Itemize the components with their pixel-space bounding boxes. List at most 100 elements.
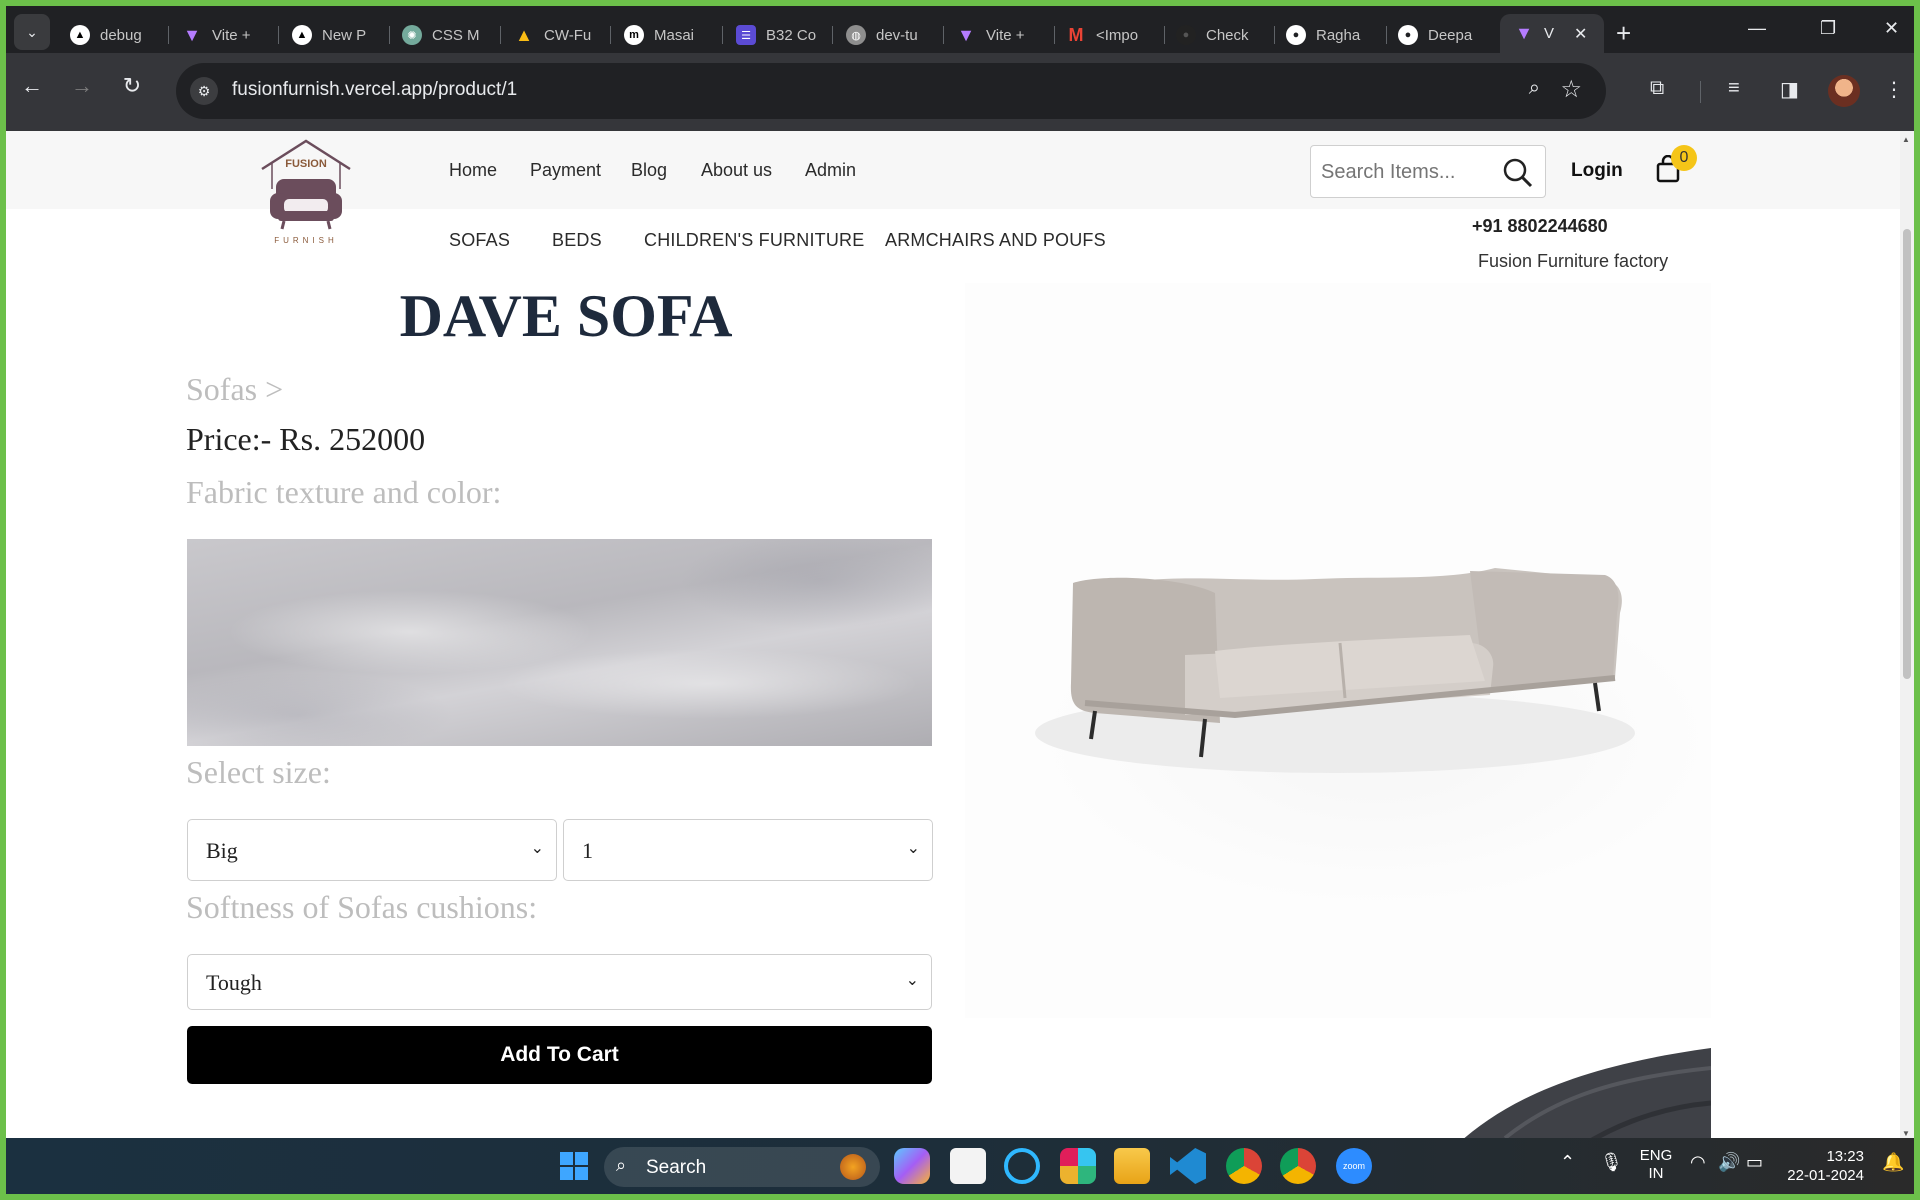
vscode-icon[interactable] (1170, 1148, 1206, 1184)
search-input[interactable] (1321, 158, 1491, 186)
chevron-up-icon[interactable]: ⌃ (1560, 1152, 1575, 1173)
taskbar-search[interactable]: ⌕ Search (604, 1147, 880, 1187)
chrome-profile-icon[interactable] (1280, 1148, 1316, 1184)
size-select-value: Big (206, 838, 238, 863)
url-text[interactable]: fusionfurnish.vercel.app/product/1 (232, 79, 517, 101)
logo-subtext: FURNISH (274, 236, 338, 245)
login-link[interactable]: Login (1571, 160, 1623, 182)
clock[interactable]: 13:23 22-01-2024 (1784, 1147, 1864, 1185)
size-label: Select size: (186, 754, 331, 790)
restore-icon[interactable]: ❐ (1820, 18, 1836, 39)
nav-about-us[interactable]: About us (701, 160, 772, 181)
phone-number: +91 8802244680 (1472, 216, 1608, 236)
tab[interactable]: ☰ B32 Co (736, 18, 820, 52)
scroll-up-icon[interactable]: ▲ (1902, 135, 1910, 144)
microphone-icon[interactable]: 🎙 (1600, 1152, 1623, 1173)
size-select[interactable]: Big ⌄ (187, 819, 557, 881)
category-childrens-furniture[interactable]: CHILDREN'S FURNITURE (644, 230, 864, 251)
softness-select[interactable]: Tough ⌄ (187, 954, 932, 1010)
notification-bell-icon[interactable]: 🔔 (1882, 1152, 1904, 1173)
tab[interactable]: ◍ dev-tu (846, 18, 930, 52)
windows-start-icon[interactable] (556, 1148, 592, 1184)
globe-icon: ◍ (846, 25, 866, 45)
category-sofas[interactable]: SOFAS (449, 230, 510, 251)
tab-label: Vite + (986, 26, 1025, 44)
quantity-select-value: 1 (582, 838, 593, 863)
zoom-icon[interactable]: ⌕ (1529, 77, 1540, 100)
tab-label: Check (1206, 26, 1249, 44)
menu-icon[interactable]: ⋮ (1884, 77, 1904, 102)
volume-icon[interactable]: 🔊 (1718, 1152, 1740, 1173)
tab[interactable]: ▼ Vite + (956, 18, 1040, 52)
tab[interactable]: m Masai (624, 18, 708, 52)
tab-strip: ⌄ ▲ debug ▼ Vite + ▲ New P ✺ CSS M ▲ CW-… (6, 6, 1914, 53)
nav-admin[interactable]: Admin (805, 160, 856, 181)
tab-label: Deepa (1428, 26, 1473, 44)
slack-icon[interactable] (1060, 1148, 1096, 1184)
scroll-down-icon[interactable]: ▼ (1902, 1129, 1910, 1138)
avatar[interactable] (1828, 75, 1860, 107)
tab[interactable]: ● Check (1176, 18, 1260, 52)
tab[interactable]: ● Ragha (1286, 18, 1376, 52)
chrome-icon[interactable] (1226, 1148, 1262, 1184)
nav-payment[interactable]: Payment (530, 160, 601, 181)
softness-select-value: Tough (206, 970, 262, 995)
tab[interactable]: ▼ Vite + (182, 18, 266, 52)
battery-icon[interactable]: ▭ (1746, 1152, 1763, 1173)
site-logo[interactable]: FUSION FURNISH (258, 137, 354, 249)
media-control-icon[interactable]: ≡ (1728, 77, 1740, 100)
sofa-alternate-image (965, 1048, 1711, 1144)
side-panel-icon[interactable]: ◨ (1780, 77, 1799, 102)
tab-label: V (1544, 25, 1555, 42)
tab[interactable]: ▲ debug (70, 18, 154, 52)
drive-icon: ▲ (515, 24, 533, 45)
address-bar[interactable]: ⚙ fusionfurnish.vercel.app/product/1 ⌕ ☆ (176, 63, 1606, 119)
store-icon[interactable] (950, 1148, 986, 1184)
scrollbar-thumb[interactable] (1903, 229, 1911, 679)
add-to-cart-button[interactable]: Add To Cart (187, 1026, 932, 1084)
tab[interactable]: M <Impo (1066, 18, 1150, 52)
gmail-icon: M (1068, 24, 1084, 45)
tab-label: Masai (654, 26, 695, 44)
windows-taskbar: ⌕ Search zoom ⌃ 🎙 ENG IN ◠ 🔊 ▭ 13:23 22-… (6, 1138, 1914, 1194)
tab[interactable]: ▲ CW-Fu (514, 18, 598, 52)
bookmark-star-icon[interactable]: ☆ (1560, 75, 1582, 104)
factory-name: Fusion Furniture factory (1478, 251, 1669, 271)
zoom-icon[interactable]: zoom (1336, 1148, 1372, 1184)
fabric-label: Fabric texture and color: (186, 474, 502, 510)
page-scrollbar[interactable]: ▲ ▼ (1900, 131, 1914, 1144)
tab-search-button[interactable]: ⌄ (14, 14, 50, 50)
clock-date: 22-01-2024 (1787, 1167, 1864, 1184)
openai-icon: ✺ (402, 25, 422, 45)
file-explorer-icon[interactable] (1114, 1148, 1150, 1184)
language-line-1: ENG (1639, 1147, 1673, 1164)
new-tab-button[interactable]: + (1616, 18, 1631, 48)
github-icon: ● (1398, 25, 1418, 45)
nav-blog[interactable]: Blog (631, 160, 667, 181)
nav-home[interactable]: Home (449, 160, 497, 181)
reload-icon[interactable]: ↻ (114, 73, 150, 99)
minimize-icon[interactable]: — (1748, 18, 1766, 39)
breadcrumb[interactable]: Sofas > (186, 371, 283, 408)
back-icon[interactable]: ← (14, 73, 50, 99)
quantity-select[interactable]: 1 ⌄ (563, 819, 933, 881)
copilot-icon[interactable] (894, 1148, 930, 1184)
category-beds[interactable]: BEDS (552, 230, 602, 251)
close-window-icon[interactable]: ✕ (1884, 18, 1899, 39)
cortana-icon[interactable] (1004, 1148, 1040, 1184)
forward-icon[interactable]: → (64, 73, 100, 99)
tab[interactable]: ▲ New P (292, 18, 376, 52)
search-icon[interactable] (1503, 158, 1533, 188)
site-info-icon[interactable]: ⚙ (190, 77, 218, 105)
softness-label: Softness of Sofas cushions: (186, 889, 538, 925)
logo-text: FUSION (285, 158, 327, 170)
wifi-icon[interactable]: ◠ (1690, 1152, 1706, 1173)
language-indicator[interactable]: ENG IN (1636, 1147, 1676, 1183)
tab-active[interactable]: ▼ V ✕ (1500, 14, 1604, 53)
extensions-icon[interactable]: ⧉ (1650, 77, 1664, 100)
chevron-down-icon: ⌄ (906, 840, 920, 857)
category-armchairs-and-poufs[interactable]: ARMCHAIRS AND POUFS (885, 230, 1106, 251)
close-icon[interactable]: ✕ (1574, 24, 1587, 44)
tab[interactable]: ● Deepa (1398, 18, 1488, 52)
tab[interactable]: ✺ CSS M (402, 18, 486, 52)
